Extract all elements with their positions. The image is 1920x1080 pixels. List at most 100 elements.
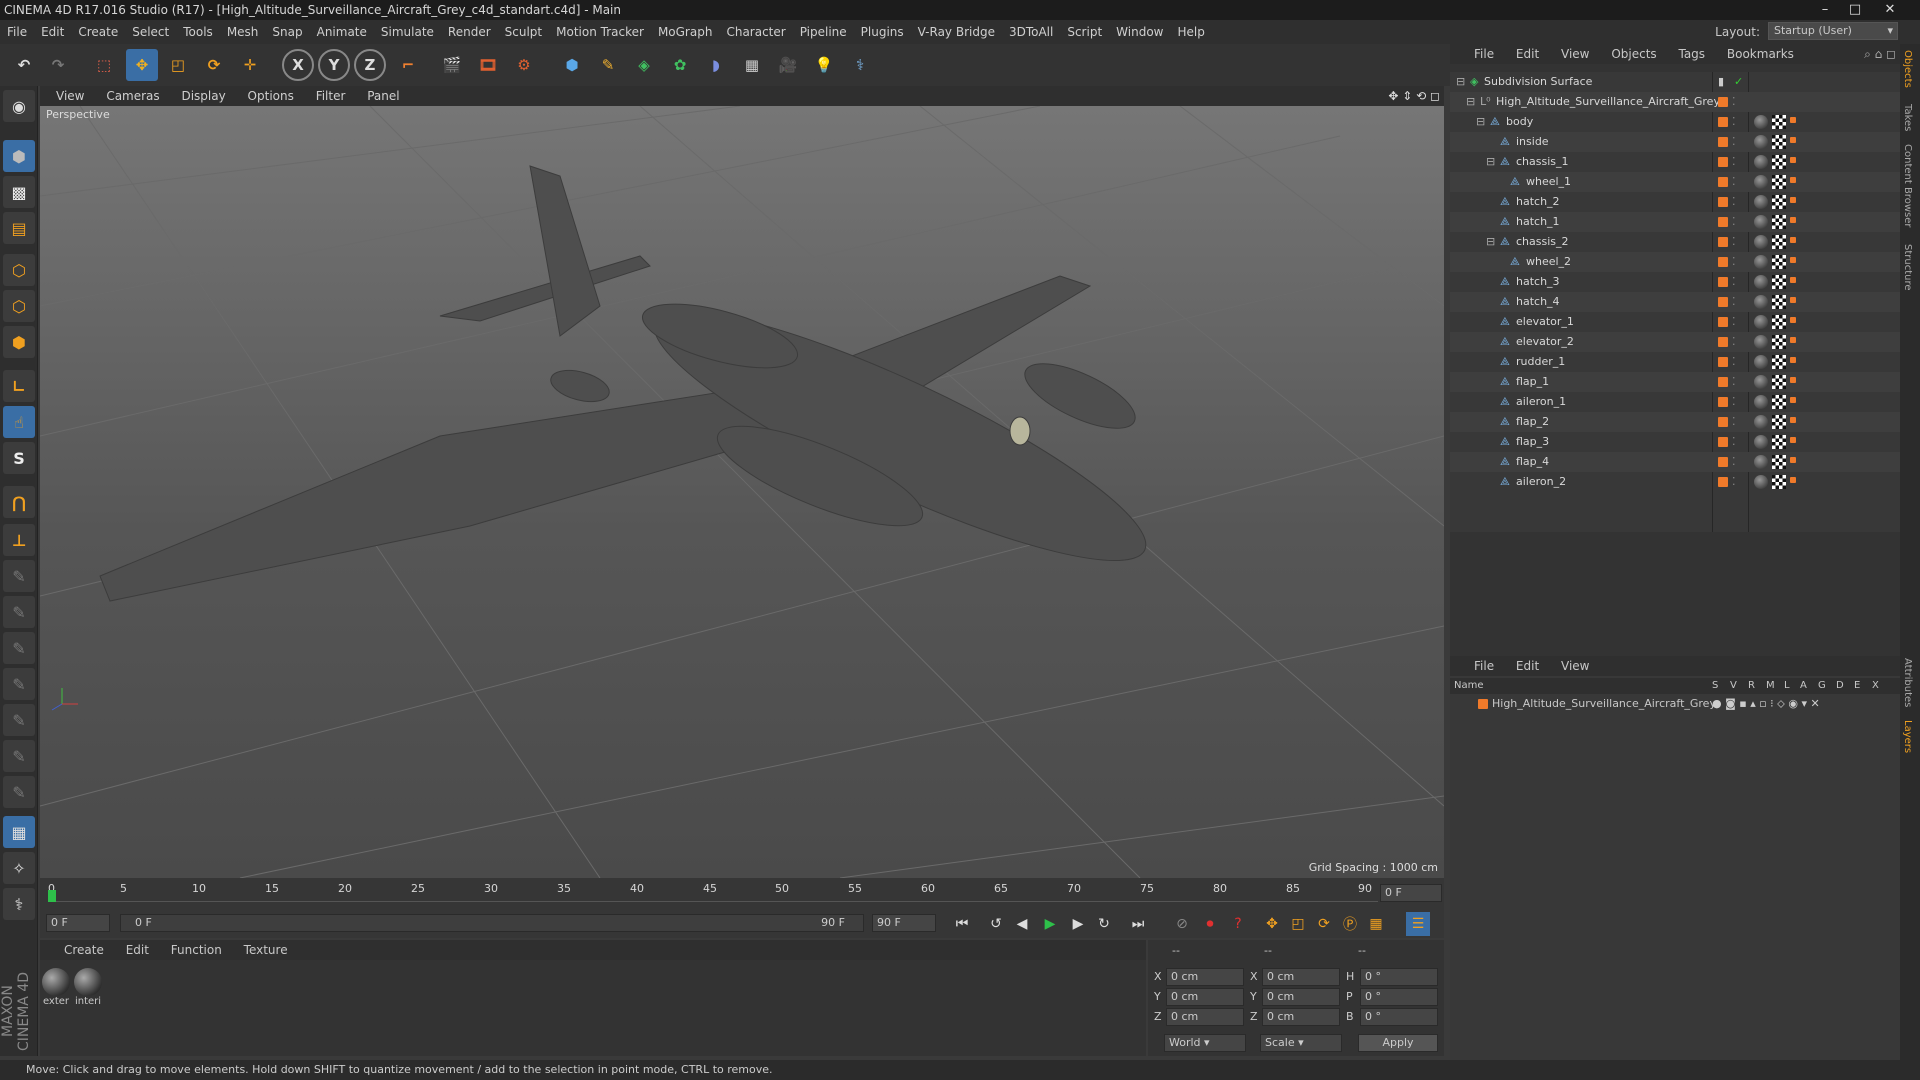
y-axis-lock-button[interactable]: Y (318, 49, 350, 81)
object-menu-tags[interactable]: Tags (1678, 47, 1705, 61)
texture-tag-icon[interactable] (1772, 135, 1786, 149)
selection-tag-icon[interactable] (1790, 117, 1796, 123)
tree-row[interactable]: ⊟ ⟁ chassis_1 ⁚ (1450, 152, 1900, 172)
material-menu-function[interactable]: Function (171, 943, 222, 957)
layer-color-icon[interactable] (1718, 217, 1728, 227)
texture-tag-icon[interactable] (1772, 415, 1786, 429)
selection-tag-icon[interactable] (1790, 257, 1796, 263)
pos-z-field[interactable]: 0 cm (1166, 1008, 1244, 1026)
visibility-dots-icon[interactable]: ⁚ (1732, 372, 1736, 392)
keyframe-selection-icon[interactable]: ? (1226, 912, 1250, 936)
visibility-dots-icon[interactable]: ⁚ (1732, 252, 1736, 272)
menu-tools[interactable]: Tools (176, 20, 220, 44)
deformer-icon[interactable]: ◗ (700, 49, 732, 81)
pen-spline-icon[interactable]: ✎ (592, 49, 624, 81)
material-tag-icon[interactable] (1754, 335, 1768, 349)
sculpt-brush-3-icon[interactable]: ✎ (3, 632, 35, 664)
material-menu-create[interactable]: Create (64, 943, 104, 957)
maximize-icon[interactable]: □ (1840, 0, 1870, 20)
tree-row[interactable]: ⊟ L⁰ High_Altitude_Surveillance_Aircraft… (1450, 92, 1900, 112)
transform-tool-icon[interactable]: ✛ (234, 49, 266, 81)
layer-color-icon[interactable] (1718, 457, 1728, 467)
layer-color-icon[interactable] (1718, 437, 1728, 447)
layer-color-icon[interactable] (1718, 397, 1728, 407)
collapse-icon[interactable]: ⊟ (1486, 232, 1495, 252)
enabled-check-icon[interactable]: ✓ (1734, 72, 1743, 92)
menu-sculpt[interactable]: Sculpt (498, 20, 549, 44)
record-keys-icon[interactable]: ⊘ (1170, 912, 1194, 936)
visibility-dots-icon[interactable]: ⁚ (1732, 332, 1736, 352)
material-tag-icon[interactable] (1754, 295, 1768, 309)
tab-content-browser[interactable]: Content Browser (1902, 144, 1913, 227)
undo-icon[interactable]: ↶ (8, 49, 40, 81)
sculpt-brush-4-icon[interactable]: ✎ (3, 668, 35, 700)
collapse-icon[interactable]: ⊟ (1456, 72, 1465, 92)
viewport-nav-icons[interactable]: ✥ ⇕ ⟲ ◻ (1388, 86, 1440, 106)
collapse-icon[interactable]: ⊟ (1486, 152, 1495, 172)
tree-row[interactable]: ⟁ rudder_1 ⁚ (1450, 352, 1900, 372)
tab-takes[interactable]: Takes (1902, 104, 1913, 131)
material-tag-icon[interactable] (1754, 395, 1768, 409)
tree-row[interactable]: ⟁ flap_3 ⁚ (1450, 432, 1900, 452)
visibility-dots-icon[interactable]: ⁚ (1732, 352, 1736, 372)
material-tag-icon[interactable] (1754, 115, 1768, 129)
autokey-icon[interactable]: ⏺ (1198, 912, 1222, 936)
object-menu-objects[interactable]: Objects (1611, 47, 1656, 61)
sculpt-brush-6-icon[interactable]: ✎ (3, 740, 35, 772)
coordinate-space-dropdown[interactable]: World ▾ (1164, 1034, 1246, 1052)
tree-row[interactable]: ⟁ hatch_2 ⁚ (1450, 192, 1900, 212)
polygons-mode-icon[interactable]: ⬢ (3, 326, 35, 358)
texture-tag-icon[interactable] (1772, 455, 1786, 469)
selection-tag-icon[interactable] (1790, 377, 1796, 383)
render-picture-viewer-icon[interactable]: 🎞 (472, 49, 504, 81)
texture-tag-icon[interactable] (1772, 335, 1786, 349)
menu-character[interactable]: Character (719, 20, 792, 44)
selection-tag-icon[interactable] (1790, 457, 1796, 463)
rot-b-field[interactable]: 0 ° (1360, 1008, 1438, 1026)
texture-tag-icon[interactable] (1772, 235, 1786, 249)
visibility-dots-icon[interactable]: ⁚ (1732, 312, 1736, 332)
collapse-icon[interactable]: ⊟ (1466, 92, 1475, 112)
material-tag-icon[interactable] (1754, 435, 1768, 449)
menu-create[interactable]: Create (71, 20, 125, 44)
tree-row[interactable]: ⟁ elevator_2 ⁚ (1450, 332, 1900, 352)
texture-tag-icon[interactable] (1772, 475, 1786, 489)
visibility-dots-icon[interactable]: ⁚ (1732, 172, 1736, 192)
scale-tool-icon[interactable]: ◰ (162, 49, 194, 81)
object-menu-view[interactable]: View (1561, 47, 1589, 61)
cloner-icon[interactable]: ✿ (664, 49, 696, 81)
texture-tag-icon[interactable] (1772, 155, 1786, 169)
viewport-canvas[interactable]: Perspective Grid Spacing : 1000 cm (40, 106, 1444, 878)
previous-frame-icon[interactable]: ◀ (1010, 912, 1034, 936)
tree-row[interactable]: ⟁ aileron_1 ⁚ (1450, 392, 1900, 412)
edges-mode-icon[interactable]: ⬡ (3, 290, 35, 322)
tab-attributes[interactable]: Attributes (1902, 658, 1913, 707)
material-tag-icon[interactable] (1754, 195, 1768, 209)
menu-animate[interactable]: Animate (310, 20, 374, 44)
menu-script[interactable]: Script (1060, 20, 1109, 44)
material-tag-icon[interactable] (1754, 135, 1768, 149)
menu-render[interactable]: Render (441, 20, 498, 44)
viewport-menu-panel[interactable]: Panel (367, 89, 399, 103)
render-view-icon[interactable]: 🎬 (436, 49, 468, 81)
menu-help[interactable]: Help (1170, 20, 1211, 44)
menu-pipeline[interactable]: Pipeline (793, 20, 854, 44)
selection-tag-icon[interactable] (1790, 277, 1796, 283)
visibility-dots-icon[interactable]: ⁚ (1732, 132, 1736, 152)
material-tag-icon[interactable] (1754, 375, 1768, 389)
camera-icon[interactable]: 🎥 (772, 49, 804, 81)
sculpt-brush-7-icon[interactable]: ✎ (3, 776, 35, 808)
key-rotation-icon[interactable]: ⟳ (1312, 912, 1336, 936)
texture-tag-icon[interactable] (1772, 355, 1786, 369)
magnet-icon[interactable]: ⋂ (3, 486, 35, 518)
material-tag-icon[interactable] (1754, 455, 1768, 469)
layer-color-icon[interactable] (1718, 257, 1728, 267)
visibility-dots-icon[interactable]: ⁚ (1732, 452, 1736, 472)
selection-tag-icon[interactable] (1790, 417, 1796, 423)
material-tag-icon[interactable] (1754, 215, 1768, 229)
layout-dropdown[interactable]: Startup (User) ▾ (1768, 22, 1898, 40)
material-tag-icon[interactable] (1754, 415, 1768, 429)
selection-tag-icon[interactable] (1790, 137, 1796, 143)
end-frame-field[interactable]: 90 F (872, 914, 936, 932)
timeline-mode-icon[interactable]: ☰ (1406, 912, 1430, 936)
